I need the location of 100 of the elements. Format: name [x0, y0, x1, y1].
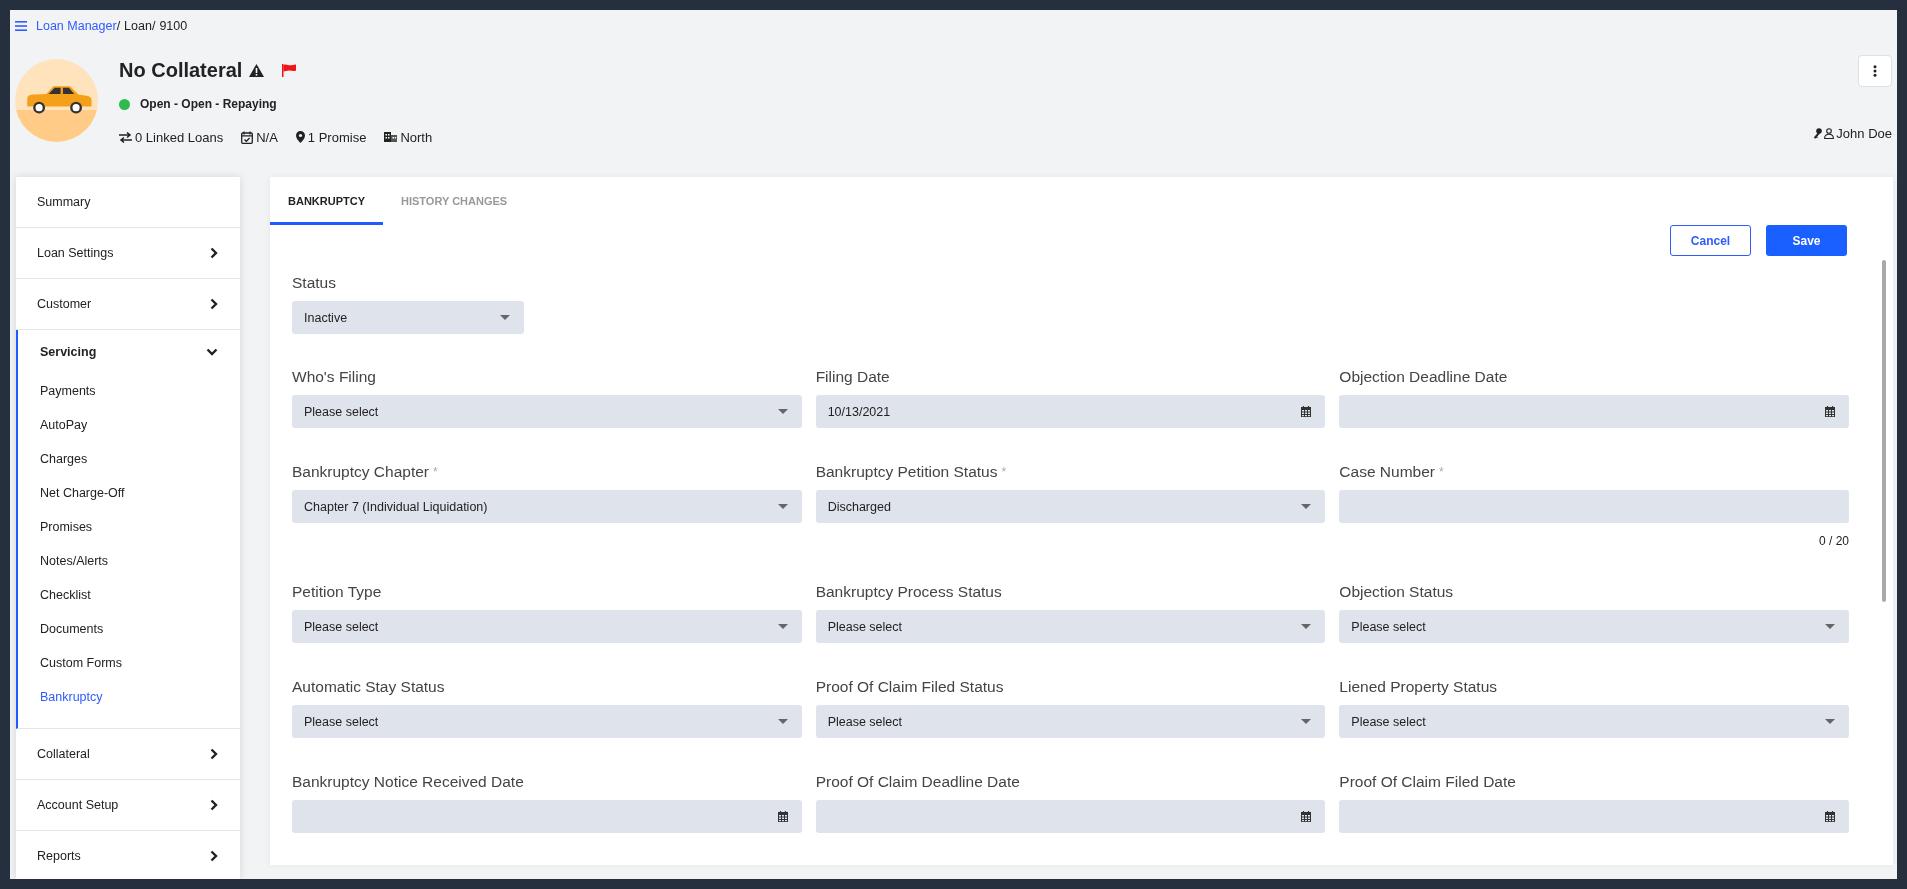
sidebar-item[interactable]: Reports [16, 831, 240, 879]
sidebar-subitem[interactable]: AutoPay [18, 408, 240, 442]
dropdown-caret-icon [500, 315, 510, 320]
chevron-right-icon [210, 850, 218, 862]
sidebar-item-label: Account Setup [37, 798, 119, 812]
sidebar-item[interactable]: Account Setup [16, 780, 240, 831]
building-icon [384, 132, 398, 142]
breadcrumb-separator: / [151, 19, 156, 33]
sidebar-item[interactable]: Loan Settings [16, 228, 240, 279]
field-label: Liened Property Status [1339, 677, 1498, 697]
tab[interactable]: BANKRUPTCY [270, 177, 383, 225]
sidebar-item-label: Loan Settings [37, 246, 114, 260]
sidebar-item-label: Customer [37, 297, 92, 311]
field-label: Automatic Stay Status [292, 677, 446, 697]
breadcrumb-separator: / [116, 19, 121, 33]
dropdown-caret-icon [777, 624, 788, 629]
sidebar-subitem[interactable]: Documents [18, 612, 240, 646]
calendar-icon [1301, 406, 1312, 417]
cancel-button[interactable]: Cancel [1670, 225, 1751, 256]
sidebar-item-label: Reports [37, 849, 81, 863]
select-field[interactable]: Inactive [292, 301, 524, 334]
date-field[interactable] [1339, 800, 1849, 833]
calendar-check-icon [241, 130, 254, 144]
chevron-right-icon [210, 298, 218, 310]
loan-title: No Collateral [119, 58, 243, 82]
sidebar-subitem[interactable]: Payments [18, 374, 240, 408]
field-label: Status [292, 273, 337, 293]
sidebar-subitem[interactable]: Notes/Alerts [18, 544, 240, 578]
field-label: Objection Deadline Date [1339, 367, 1509, 387]
select-field[interactable]: Please select [292, 705, 802, 738]
save-button[interactable]: Save [1766, 225, 1847, 256]
dropdown-caret-icon [777, 409, 788, 414]
sidebar-item[interactable]: Servicing [18, 330, 240, 374]
sidebar-subitem[interactable]: Promises [18, 510, 240, 544]
calendar-icon [777, 811, 788, 822]
sidebar-item[interactable]: Summary [16, 177, 240, 228]
field-label: Proof Of Claim Filed Date [1339, 772, 1517, 792]
meta-text: 0 Linked Loans [135, 129, 224, 145]
dropdown-caret-icon [777, 504, 788, 509]
field-label: Proof Of Claim Filed Status [815, 677, 1005, 697]
select-field[interactable]: Please select [292, 395, 802, 428]
dropdown-caret-icon [1301, 624, 1312, 629]
chevron-right-icon [210, 799, 218, 811]
field-label: Bankruptcy Notice Received Date [292, 772, 525, 792]
user-icon [1824, 128, 1835, 139]
chevron-right-icon [210, 748, 218, 760]
select-field[interactable]: Chapter 7 (Individual Liquidation) [292, 490, 802, 523]
select-field[interactable]: Discharged [815, 490, 1326, 523]
scrollbar[interactable] [1882, 260, 1886, 602]
loan-status: Open - Open - Repaying [140, 97, 277, 111]
character-counter: 0 / 20 [1817, 534, 1849, 548]
select-field[interactable]: Please select [815, 610, 1326, 643]
date-field[interactable] [815, 800, 1326, 833]
breadcrumb-item: Loan [124, 19, 152, 33]
kebab-icon [1873, 65, 1877, 77]
field-label: Filing Date [815, 367, 891, 387]
calendar-icon [1825, 406, 1835, 417]
chevron-down-icon [206, 348, 218, 356]
field-label: Bankruptcy Chapter * [292, 462, 439, 482]
select-field[interactable]: Please select [1339, 610, 1849, 643]
sidebar-subitem[interactable]: Bankruptcy [18, 680, 240, 714]
sidebar-item-label: Summary [37, 195, 91, 209]
dropdown-caret-icon [777, 719, 788, 724]
breadcrumb-link[interactable]: Loan Manager [36, 19, 117, 33]
field-label: Proof Of Claim Deadline Date [815, 772, 1021, 792]
dropdown-caret-icon [1301, 504, 1312, 509]
dropdown-caret-icon [1825, 719, 1835, 724]
status-dot [119, 98, 130, 110]
field-label: Bankruptcy Petition Status * [815, 462, 1008, 482]
input-field[interactable] [1339, 490, 1849, 523]
sidebar-subitem[interactable]: Custom Forms [18, 646, 240, 680]
chevron-right-icon [210, 247, 218, 259]
field-label: Who's Filing [292, 367, 377, 387]
breadcrumb-item: 9100 [159, 19, 188, 33]
date-field[interactable] [292, 800, 802, 833]
menu-icon[interactable] [15, 20, 27, 32]
select-field[interactable]: Please select [815, 705, 1326, 738]
select-field[interactable]: Please select [1339, 705, 1849, 738]
meta-text: 1 Promise [307, 129, 367, 145]
more-options-button[interactable] [1858, 55, 1892, 87]
sidebar-section-label: Servicing [40, 345, 97, 359]
select-field[interactable]: Please select [292, 610, 802, 643]
sidebar-item[interactable]: Collateral [16, 729, 240, 780]
sidebar-subitem[interactable]: Charges [18, 442, 240, 476]
date-field[interactable]: 10/13/2021 [815, 395, 1326, 428]
sidebar-item-label: Collateral [37, 747, 90, 761]
field-label: Petition Type [292, 582, 383, 602]
meta-text: North [400, 129, 433, 145]
field-label: Objection Status [1339, 582, 1455, 602]
swap-arrows-icon [119, 131, 132, 143]
dropdown-caret-icon [1825, 624, 1835, 629]
field-label: Bankruptcy Process Status [815, 582, 1003, 602]
sidebar-item[interactable]: Customer [16, 279, 240, 330]
date-field[interactable] [1339, 395, 1849, 428]
calendar-icon [1825, 811, 1835, 822]
user-name: John Doe [1836, 126, 1892, 141]
dropdown-caret-icon [1301, 719, 1312, 724]
sidebar-subitem[interactable]: Checklist [18, 578, 240, 612]
field-label: Case Number * [1339, 462, 1445, 482]
sidebar-subitem[interactable]: Net Charge-Off [18, 476, 240, 510]
